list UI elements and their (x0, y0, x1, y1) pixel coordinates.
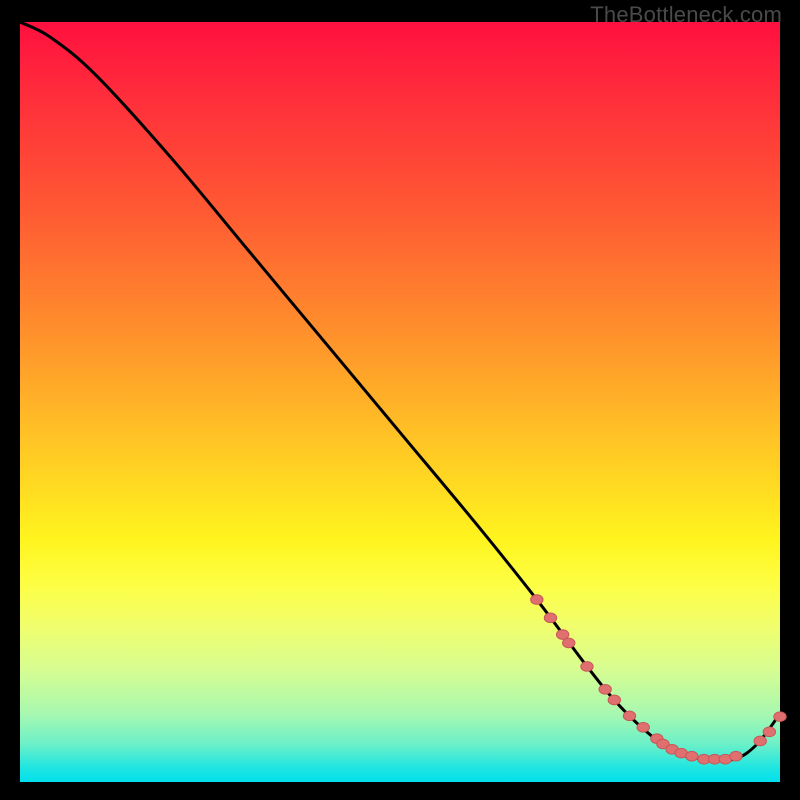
curve-marker (599, 684, 611, 694)
curve-marker (563, 638, 575, 648)
bottleneck-curve (20, 22, 780, 761)
curve-marker (763, 727, 775, 737)
chart-frame: TheBottleneck.com (0, 0, 800, 800)
curve-marker (531, 595, 543, 605)
curve-marker (686, 751, 698, 761)
curve-marker (581, 662, 593, 672)
curve-marker (608, 695, 620, 705)
curve-marker (623, 711, 635, 721)
curve-marker (730, 751, 742, 761)
curve-marker (637, 722, 649, 732)
curve-layer (20, 22, 780, 782)
curve-marker (754, 736, 766, 746)
plot-area (20, 22, 780, 782)
curve-marker (544, 613, 556, 623)
curve-markers (531, 595, 787, 764)
curve-marker (774, 712, 786, 722)
